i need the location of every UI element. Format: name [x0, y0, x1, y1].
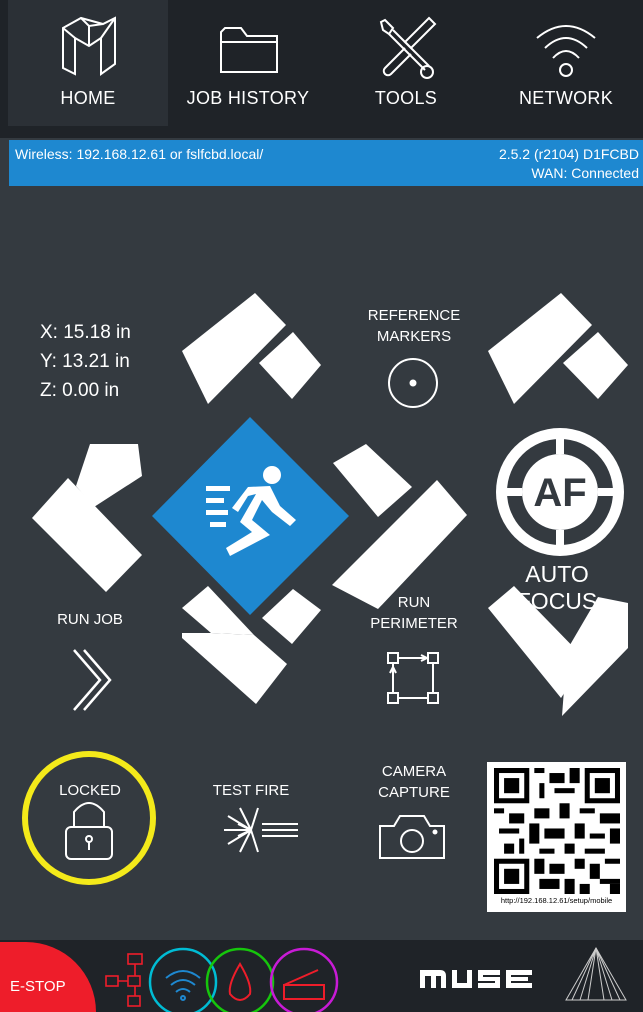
- af-badge-text: AF: [533, 471, 586, 515]
- run-job-icon[interactable]: [73, 649, 112, 711]
- camera-capture-label[interactable]: CAMERA CAPTURE: [360, 761, 468, 803]
- locked-highlight-circle: [22, 751, 156, 885]
- z-up-button[interactable]: [488, 293, 628, 404]
- bottom-status-icons: [105, 946, 627, 1012]
- test-fire-icon[interactable]: [224, 807, 298, 853]
- qr-url: http://192.168.12.61/setup/mobile: [500, 896, 613, 905]
- locked-label[interactable]: LOCKED: [40, 782, 140, 799]
- lock-icon[interactable]: [65, 802, 113, 860]
- scanner-icon[interactable]: [269, 947, 339, 1012]
- jog-left-button[interactable]: [32, 444, 142, 592]
- lid-highlight-circle: [269, 947, 339, 1012]
- jog-up-button[interactable]: [182, 293, 321, 404]
- qr-code-icon: [494, 768, 620, 894]
- test-fire-label[interactable]: TEST FIRE: [196, 782, 306, 799]
- run-perimeter-label[interactable]: RUN PERIMETER: [352, 592, 476, 634]
- camera-icon[interactable]: [379, 815, 445, 859]
- reference-markers-icon[interactable]: [388, 358, 438, 408]
- run-job-label[interactable]: RUN JOB: [40, 611, 140, 628]
- auto-focus-label[interactable]: AUTO FOCUS: [482, 561, 632, 615]
- network-tree-icon[interactable]: [105, 953, 143, 1007]
- qr-code-card[interactable]: http://192.168.12.61/setup/mobile: [487, 762, 626, 912]
- jog-right-button[interactable]: [332, 444, 467, 609]
- home-button[interactable]: [152, 417, 349, 615]
- muse-brand-logo: [420, 970, 532, 988]
- reference-markers-label: REFERENCE MARKERS: [367, 307, 461, 345]
- layers-fan-icon[interactable]: [565, 946, 627, 1001]
- run-perimeter-icon[interactable]: [387, 652, 439, 704]
- auto-focus-icon[interactable]: AF: [496, 428, 624, 556]
